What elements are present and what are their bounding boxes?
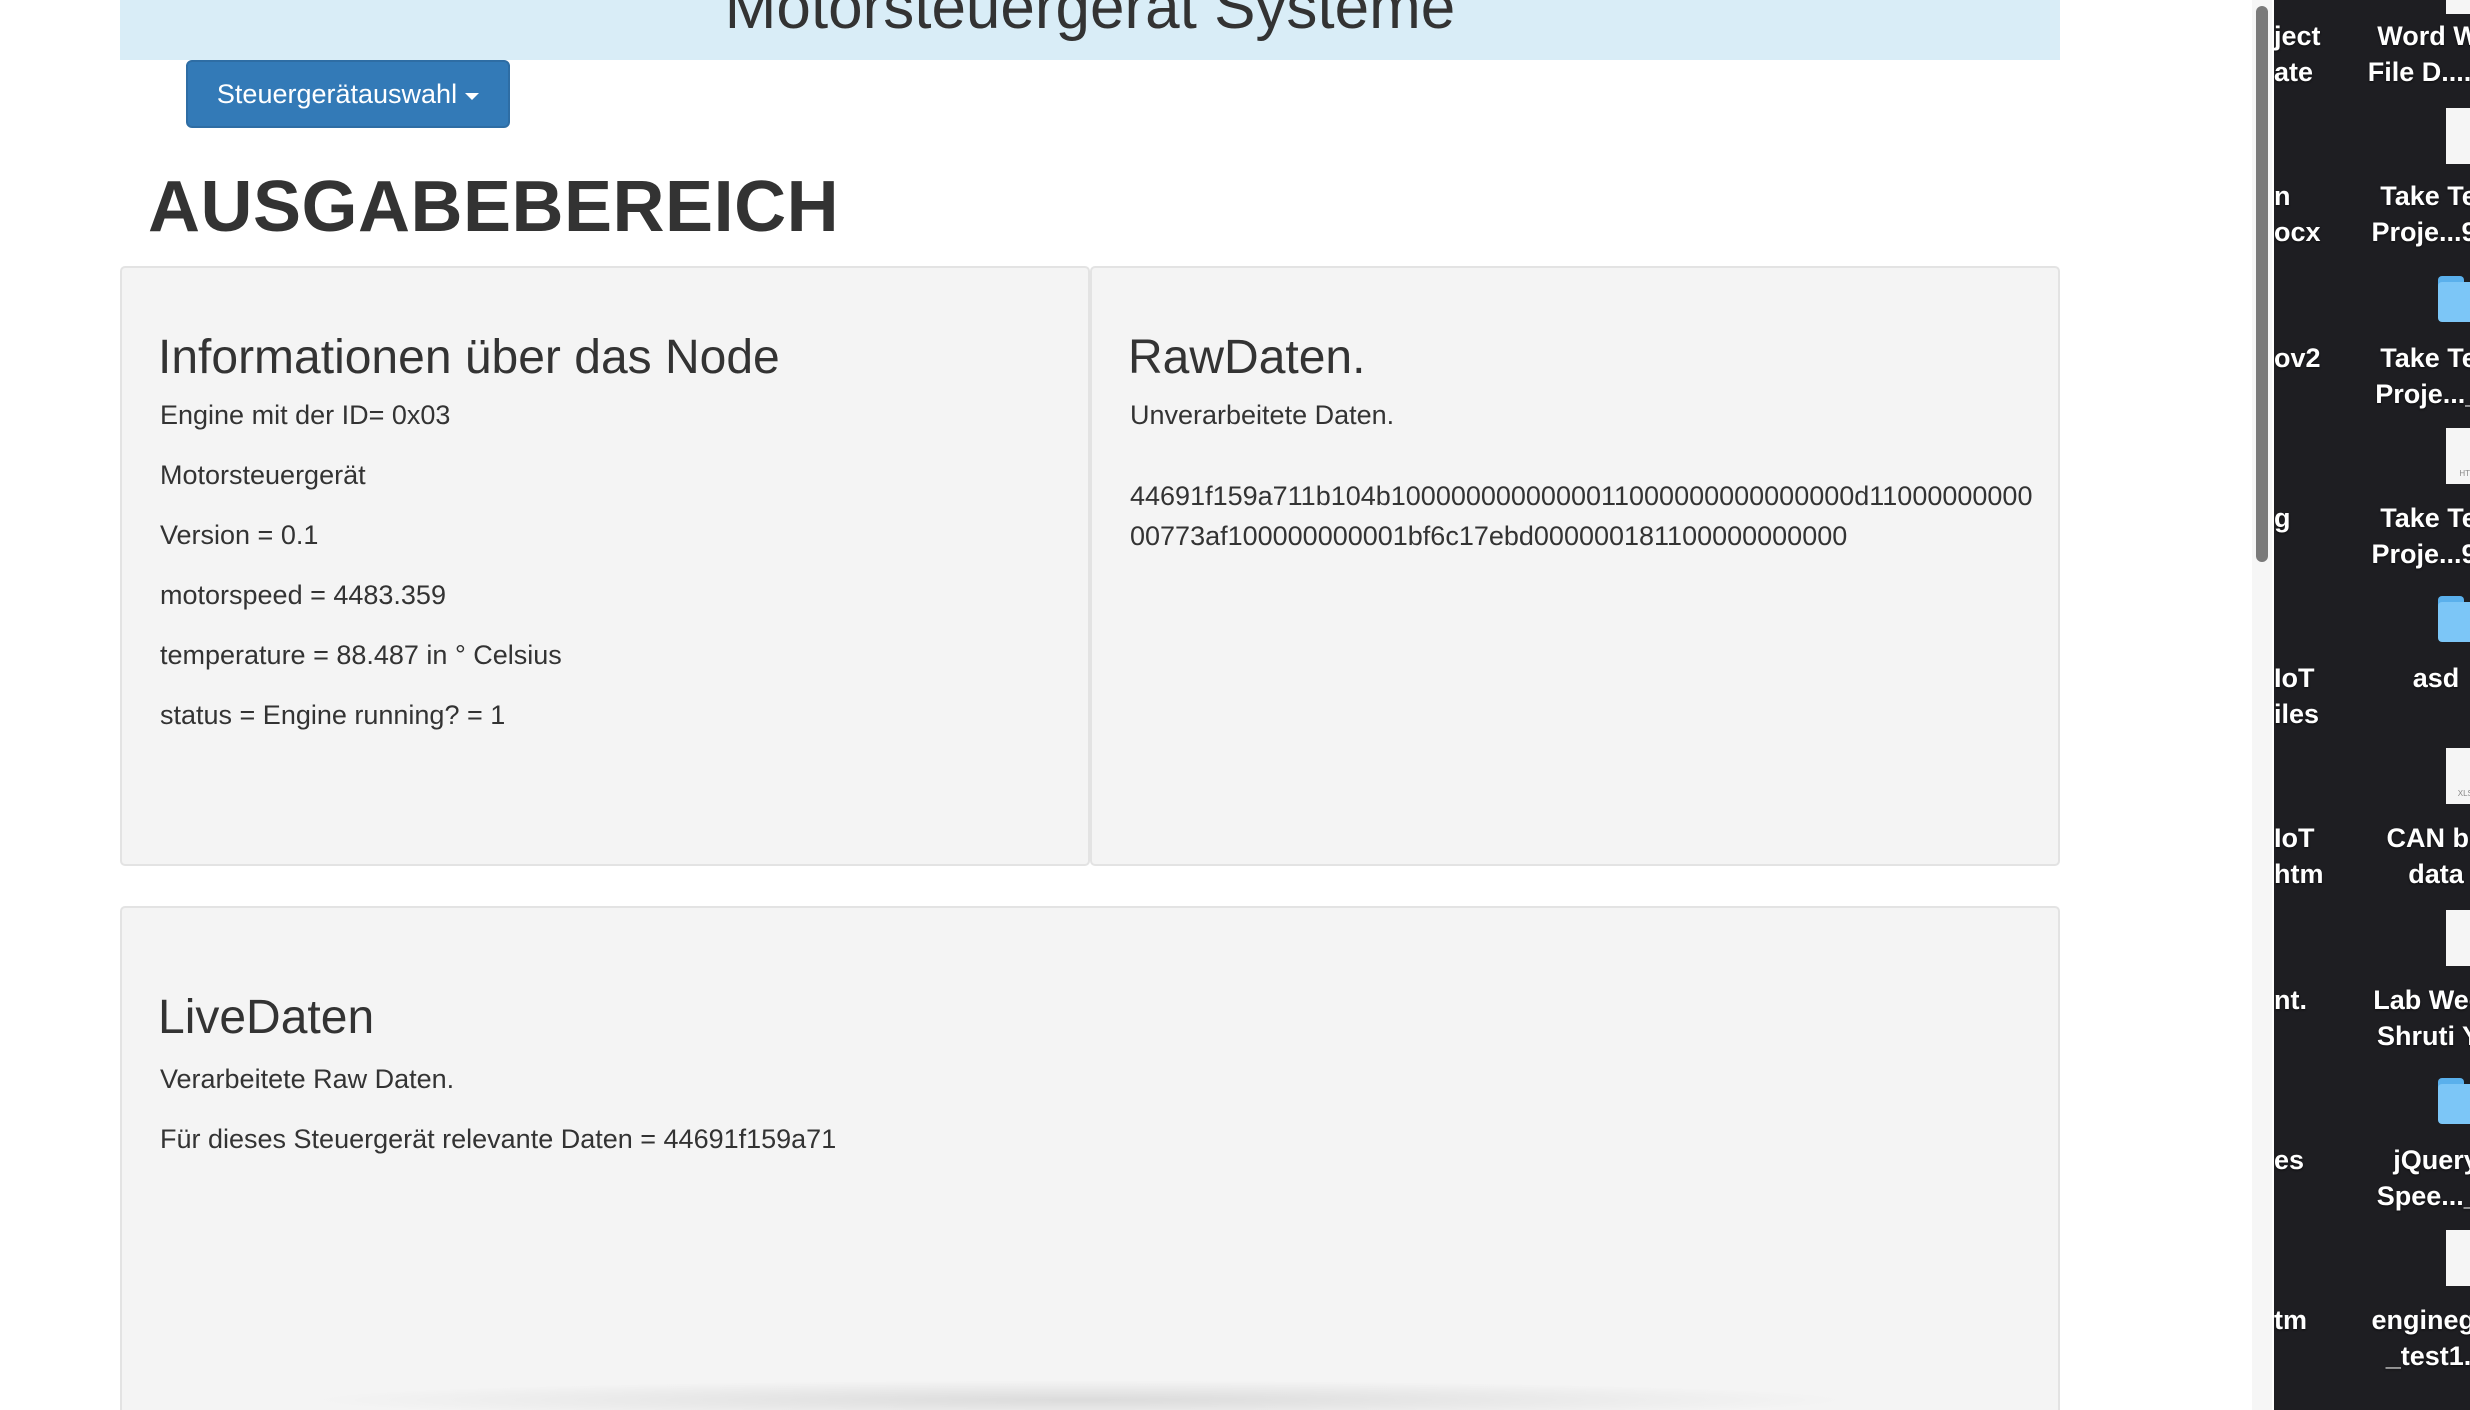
info-line-version: Version = 0.1 — [160, 520, 319, 550]
xlsx-file-icon[interactable]: XLSX — [2446, 748, 2470, 804]
desktop-label[interactable]: n ocx — [2274, 178, 2321, 250]
info-line-type: Motorsteuergerät — [160, 460, 366, 490]
desktop-label[interactable]: ov2 — [2274, 340, 2321, 376]
xlsx-tag: XLSX — [2457, 789, 2470, 798]
bottom-shadow — [300, 1380, 1860, 1410]
desktop-label[interactable]: g — [2274, 500, 2291, 536]
live-data-panel: LiveDaten Verarbeitete Raw Daten. Für di… — [120, 906, 2060, 1410]
scrollbar-thumb[interactable] — [2256, 6, 2268, 562]
htm-tag: HTM — [2459, 469, 2470, 478]
desktop-label[interactable]: nt. — [2274, 982, 2307, 1018]
desktop-item-label[interactable]: asd — [2336, 660, 2470, 696]
desktop-item-label[interactable]: Lab Week Shruti Yu — [2336, 982, 2470, 1054]
desktop-label[interactable]: IoT htm — [2274, 820, 2324, 892]
blank-file-icon[interactable] — [2446, 1230, 2470, 1286]
info-line-id: Engine mit der ID= 0x03 — [160, 400, 451, 430]
desktop-item-label[interactable]: Take Tes Proje..._fi — [2336, 340, 2470, 412]
controller-select-dropdown[interactable]: Steuergerätauswahl — [186, 60, 510, 128]
section-heading: AUSGABEBEREICH — [148, 167, 840, 247]
browser-page: Motorsteuergerät Systeme Steuergerätausw… — [0, 0, 2270, 1410]
info-line-motorspeed: motorspeed = 4483.359 — [160, 580, 446, 610]
info-panel-title: Informationen über das Node — [158, 331, 780, 384]
caret-down-icon — [465, 92, 480, 100]
desktop-item-label[interactable]: Take Tes Proje...9.h — [2336, 500, 2470, 572]
desktop-item-label[interactable]: jQuery Spee..._fi — [2336, 1142, 2470, 1214]
desktop-item-label[interactable]: Word Wo File D....do — [2336, 18, 2470, 90]
raw-panel-subtitle: Unverarbeitete Daten. — [1130, 400, 1395, 430]
raw-panel-title: RawDaten. — [1128, 331, 1366, 384]
live-panel-subtitle: Verarbeitete Raw Daten. — [160, 1064, 455, 1094]
docx-file-icon[interactable] — [2446, 0, 2470, 14]
live-panel-relevant-data: Für dieses Steuergerät relevante Daten =… — [160, 1124, 837, 1154]
dropdown-label: Steuergerätauswahl — [216, 78, 458, 109]
live-panel-title: LiveDaten — [158, 991, 375, 1044]
page-title: Motorsteuergerät Systeme — [724, 0, 1456, 42]
header-banner: Motorsteuergerät Systeme — [120, 0, 2060, 60]
raw-data-panel: RawDaten. Unverarbeitete Daten. 44691f15… — [1090, 266, 2060, 866]
info-line-temperature: temperature = 88.487 in ° Celsius — [160, 640, 562, 670]
folder-icon[interactable] — [2438, 596, 2470, 642]
folder-icon[interactable] — [2438, 276, 2470, 322]
desktop-label[interactable]: tm — [2274, 1302, 2307, 1338]
desktop-area: ject ate n ocx ov2 g IoT iles IoT htm nt… — [2274, 0, 2470, 1410]
folder-icon[interactable] — [2438, 1078, 2470, 1124]
desktop-item-label[interactable]: enginegra _test1.e — [2336, 1302, 2470, 1374]
desktop-label[interactable]: ject ate — [2274, 18, 2321, 90]
info-panel: Informationen über das Node Engine mit d… — [120, 266, 1090, 866]
raw-data-value: 44691f159a711b104b1000000000000011000000… — [1130, 481, 2033, 551]
desktop-label[interactable]: es — [2274, 1142, 2304, 1178]
info-line-status: status = Engine running? = 1 — [160, 700, 506, 730]
page-scrollbar[interactable] — [2252, 0, 2272, 1410]
htm-file-icon[interactable]: HTM — [2446, 428, 2470, 484]
desktop-item-label[interactable]: CAN bu data — [2336, 820, 2470, 892]
desktop-item-label[interactable]: Take Tes Proje...9.p — [2336, 178, 2470, 250]
desktop-label[interactable]: IoT iles — [2274, 660, 2319, 732]
document-file-icon[interactable] — [2446, 910, 2470, 966]
pdf-file-icon[interactable] — [2446, 108, 2470, 164]
